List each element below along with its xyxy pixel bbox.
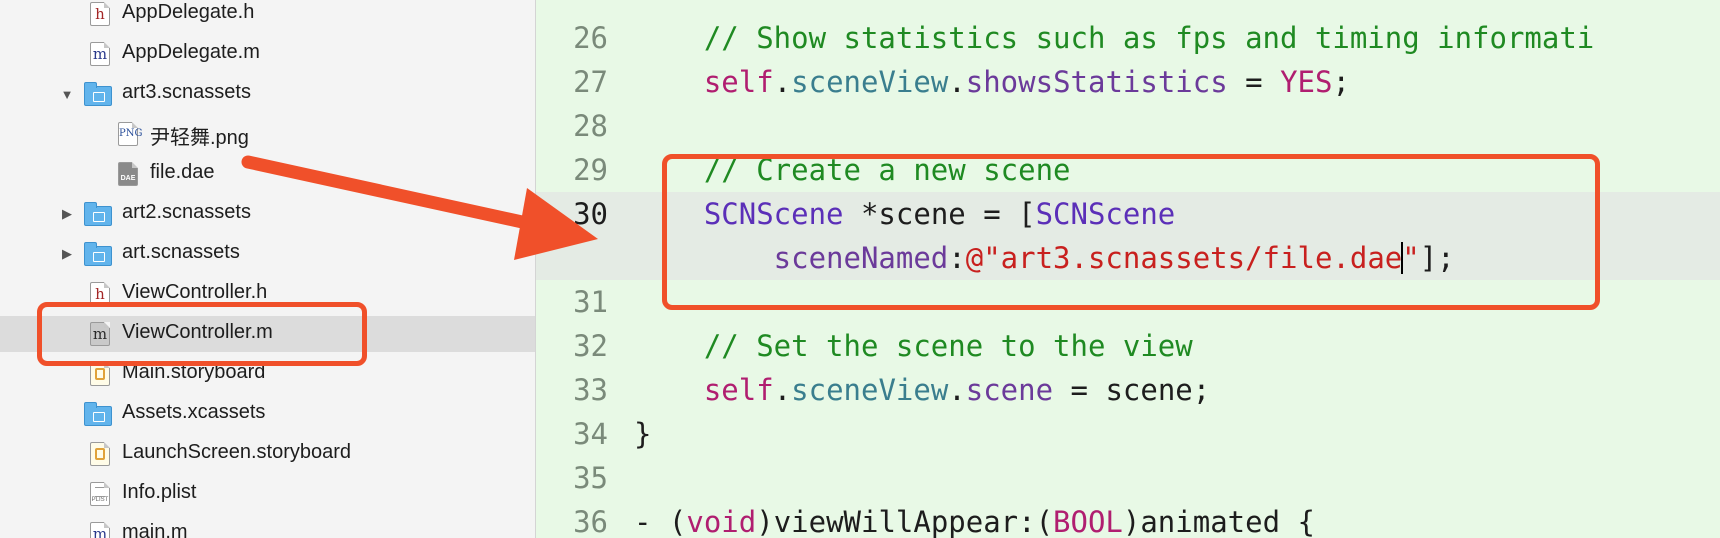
- navigator-item-art2-scnassets[interactable]: ▶ art2.scnassets: [0, 196, 535, 232]
- objc-file-icon: m: [90, 42, 110, 66]
- folder-icon: [84, 82, 112, 106]
- navigator-item-label: art2.scnassets: [122, 201, 251, 223]
- line-number: 34: [573, 417, 608, 451]
- storyboard-file-icon: [90, 442, 110, 466]
- code-line[interactable]: 35: [536, 456, 1720, 500]
- navigator-item-info-plist[interactable]: PLIST Info.plist: [0, 476, 535, 512]
- line-number: 31: [573, 285, 608, 319]
- code-token: ;: [1332, 65, 1350, 99]
- code-line[interactable]: 26 // Show statistics such as fps and ti…: [536, 16, 1720, 60]
- line-number: 29: [573, 153, 608, 187]
- code-token: // Show statistics such as fps and timin…: [634, 21, 1595, 55]
- plist-file-icon: PLIST: [90, 482, 110, 506]
- navigator-item-label: Assets.xcassets: [122, 401, 266, 423]
- navigator-item-label: art3.scnassets: [122, 81, 251, 103]
- line-number: 28: [573, 109, 608, 143]
- line-number: 36: [573, 505, 608, 538]
- project-navigator: h AppDelegate.h m AppDelegate.m ▼ art3.scnass…: [0, 0, 536, 538]
- code-token: void: [686, 505, 757, 538]
- code-token: BOOL: [1053, 505, 1123, 538]
- navigator-item-file-dae[interactable]: DAE file.dae: [0, 156, 535, 192]
- navigator-item-label: AppDelegate.h: [122, 1, 255, 23]
- code-text: self.sceneView.showsStatistics = YES;: [634, 60, 1350, 104]
- code-line[interactable]: 34}: [536, 412, 1720, 456]
- navigator-item-launchscreen-storyboard[interactable]: LaunchScreen.storyboard: [0, 436, 535, 472]
- navigator-item-label: AppDelegate.m: [122, 41, 260, 63]
- navigator-item-label: 尹轻舞.png: [150, 127, 249, 149]
- line-number: 33: [573, 373, 608, 407]
- code-text: // Show statistics such as fps and timin…: [634, 16, 1594, 60]
- code-line[interactable]: 27 self.sceneView.showsStatistics = YES;: [536, 60, 1720, 104]
- code-text: - (void)viewWillAppear:(BOOL)animated {: [634, 500, 1315, 538]
- code-text: }: [634, 412, 651, 456]
- code-line[interactable]: 32 // Set the scene to the view: [536, 324, 1720, 368]
- navigator-item-art-scnassets[interactable]: ▶ art.scnassets: [0, 236, 535, 272]
- code-token: )animated {: [1122, 505, 1315, 538]
- code-text: self.sceneView.scene = scene;: [634, 368, 1210, 412]
- code-token: .: [948, 373, 966, 407]
- disclosure-collapsed-icon[interactable]: ▶: [60, 206, 74, 221]
- line-number: 27: [573, 65, 608, 99]
- folder-icon: [84, 242, 112, 266]
- navigator-item-label: ViewController.h: [122, 281, 268, 303]
- navigator-item-label: art.scnassets: [122, 241, 240, 263]
- nav-highlight-box: [37, 302, 367, 366]
- code-token: = scene;: [1053, 373, 1211, 407]
- code-token: .: [773, 373, 792, 407]
- code-token: .: [948, 65, 966, 99]
- code-token: scene: [965, 373, 1054, 407]
- line-number: 26: [573, 21, 608, 55]
- code-token: sceneView: [791, 373, 949, 407]
- line-number: 32: [573, 329, 608, 363]
- folder-icon: [84, 402, 112, 426]
- code-token: // Set the scene to the view: [634, 329, 1193, 363]
- code-text: // Set the scene to the view: [634, 324, 1193, 368]
- line-number: 30: [573, 197, 608, 231]
- objc-file-icon: m: [90, 522, 110, 538]
- folder-icon: [84, 202, 112, 226]
- navigator-item-label: file.dae: [150, 161, 215, 183]
- code-highlight-box: [662, 154, 1600, 310]
- disclosure-expanded-icon[interactable]: ▼: [60, 87, 74, 102]
- code-token: .: [773, 65, 792, 99]
- line-number: 35: [573, 461, 608, 495]
- disclosure-collapsed-icon[interactable]: ▶: [60, 246, 74, 261]
- navigator-item-png-png[interactable]: PNG 尹轻舞.png: [0, 116, 535, 152]
- code-token: YES: [1280, 65, 1333, 99]
- code-line[interactable]: 28: [536, 104, 1720, 148]
- code-line[interactable]: 36 - (void)viewWillAppear:(BOOL)animated …: [536, 500, 1720, 538]
- navigator-item-label: LaunchScreen.storyboard: [122, 441, 352, 463]
- code-token: self: [634, 373, 774, 407]
- navigator-item-appdelegate-m[interactable]: m AppDelegate.m: [0, 36, 535, 72]
- code-token: showsStatistics: [965, 65, 1228, 99]
- navigator-item-assets-xcassets[interactable]: Assets.xcassets: [0, 396, 535, 432]
- code-token: }: [634, 417, 652, 451]
- dae-file-icon: DAE: [118, 162, 138, 186]
- navigator-item-appdelegate-h[interactable]: h AppDelegate.h: [0, 0, 535, 32]
- code-line[interactable]: 33 self.sceneView.scene = scene;: [536, 368, 1720, 412]
- navigator-item-art3-scnassets[interactable]: ▼ art3.scnassets: [0, 76, 535, 112]
- code-token: sceneView: [791, 65, 949, 99]
- navigator-item-main-m[interactable]: m main.m: [0, 516, 535, 538]
- code-token: self: [634, 65, 774, 99]
- navigator-item-label: main.m: [122, 521, 188, 538]
- header-file-icon: h: [90, 2, 110, 26]
- code-token: - (: [634, 505, 687, 538]
- code-token: =: [1227, 65, 1281, 99]
- code-token: )viewWillAppear:(: [756, 505, 1054, 538]
- image-file-icon: PNG: [118, 122, 142, 146]
- navigator-item-label: Info.plist: [122, 481, 197, 503]
